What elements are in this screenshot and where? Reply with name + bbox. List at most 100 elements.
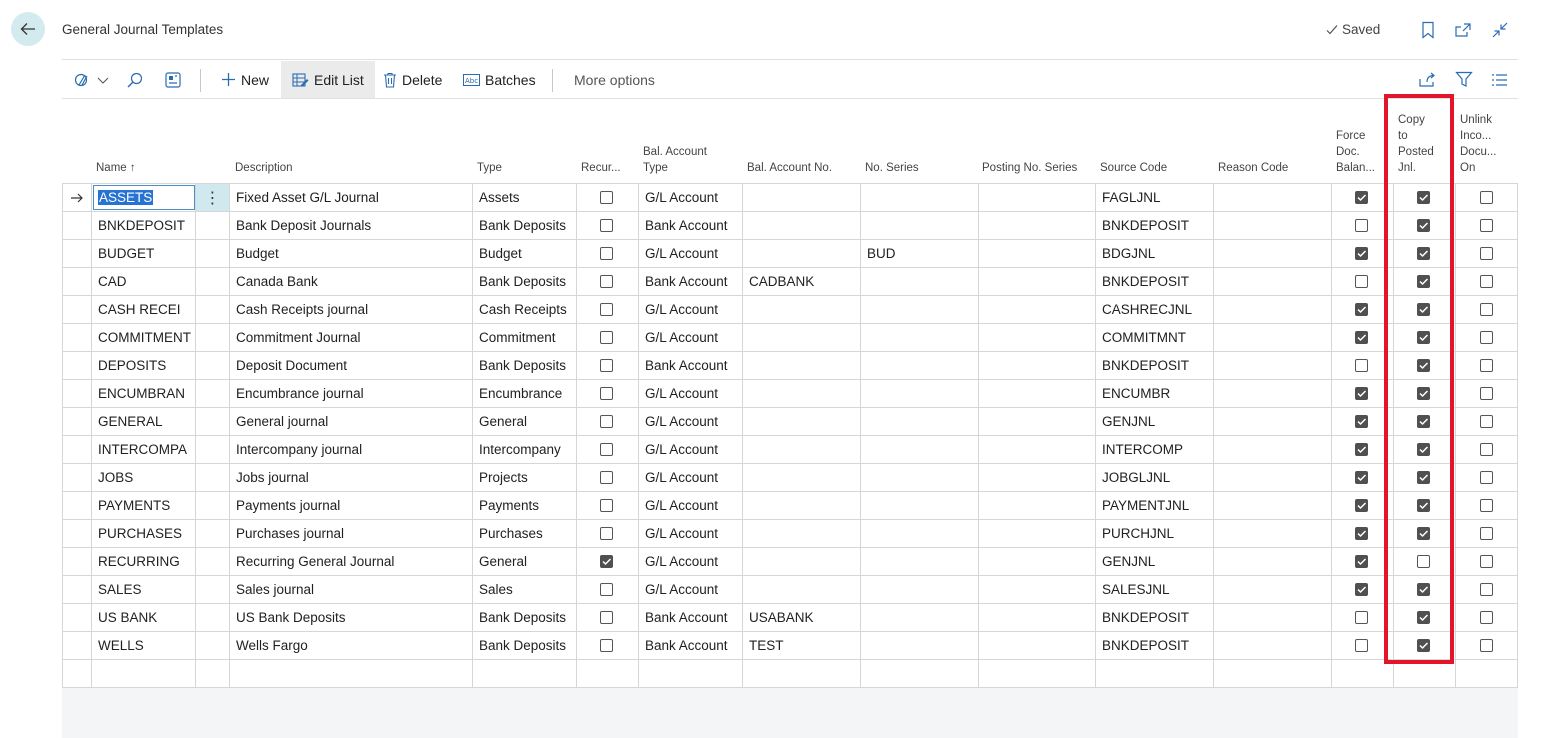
source-code-cell[interactable]: BNKDEPOSIT	[1096, 352, 1213, 379]
unlink-incoming-document-checkbox[interactable]	[1480, 331, 1493, 344]
copy-to-posted-jnl-checkbox[interactable]	[1417, 611, 1430, 624]
copy-to-posted-jnl-checkbox[interactable]	[1417, 275, 1430, 288]
recurring-checkbox[interactable]	[600, 639, 613, 652]
source-code-cell[interactable]: BNKDEPOSIT	[1096, 632, 1213, 659]
bal-account-no-cell[interactable]	[743, 184, 860, 211]
column-header-name[interactable]: Name ↑	[96, 160, 136, 176]
bal-account-type-cell[interactable]: G/L Account	[639, 436, 742, 463]
copy-to-posted-jnl-checkbox[interactable]	[1417, 415, 1430, 428]
posting-no-series-cell[interactable]	[979, 296, 1095, 323]
table-row-empty[interactable]	[63, 660, 1517, 688]
force-doc-balance-checkbox[interactable]	[1355, 219, 1368, 232]
bal-account-type-cell[interactable]: G/L Account	[639, 324, 742, 351]
source-code-cell[interactable]: BDGJNL	[1096, 240, 1213, 267]
type-cell[interactable]: Payments	[473, 492, 576, 519]
name-cell[interactable]: PAYMENTS	[92, 492, 195, 519]
force-doc-balance-checkbox[interactable]	[1355, 331, 1368, 344]
column-header-type[interactable]: Type	[477, 160, 502, 176]
recurring-checkbox[interactable]	[600, 499, 613, 512]
batches-button[interactable]: Abc Batches	[463, 61, 536, 98]
posting-no-series-cell[interactable]	[979, 408, 1095, 435]
copy-to-posted-jnl-checkbox[interactable]	[1417, 471, 1430, 484]
source-code-cell[interactable]: CASHRECJNL	[1096, 296, 1213, 323]
copy-to-posted-jnl-checkbox[interactable]	[1417, 303, 1430, 316]
description-cell[interactable]: Commitment Journal	[230, 324, 472, 351]
table-row[interactable]: US BANK US Bank Deposits Bank Deposits Bank…	[63, 604, 1517, 632]
unlink-incoming-document-checkbox[interactable]	[1480, 387, 1493, 400]
recurring-checkbox[interactable]	[600, 583, 613, 596]
search-button[interactable]	[126, 61, 144, 98]
name-cell[interactable]: PURCHASES	[92, 520, 195, 547]
no-series-cell[interactable]	[861, 464, 978, 491]
column-header-description[interactable]: Description	[235, 160, 293, 176]
name-cell[interactable]: US BANK	[92, 604, 195, 631]
type-cell[interactable]: General	[473, 408, 576, 435]
unlink-incoming-document-checkbox[interactable]	[1480, 527, 1493, 540]
table-row[interactable]: PURCHASES Purchases journal Purchases G/L A…	[63, 520, 1517, 548]
posting-no-series-cell[interactable]	[979, 352, 1095, 379]
unlink-incoming-document-checkbox[interactable]	[1480, 471, 1493, 484]
posting-no-series-cell[interactable]	[979, 324, 1095, 351]
unlink-incoming-document-checkbox[interactable]	[1480, 443, 1493, 456]
unlink-incoming-document-checkbox[interactable]	[1480, 303, 1493, 316]
reason-code-cell[interactable]	[1214, 464, 1331, 491]
reason-code-cell[interactable]	[1214, 436, 1331, 463]
recurring-checkbox[interactable]	[600, 527, 613, 540]
table-row[interactable]: JOBS Jobs journal Projects G/L Account JOBGL…	[63, 464, 1517, 492]
reason-code-cell[interactable]	[1214, 632, 1331, 659]
posting-no-series-cell[interactable]	[979, 632, 1095, 659]
no-series-cell[interactable]	[861, 296, 978, 323]
name-cell[interactable]: RECURRING	[92, 548, 195, 575]
bal-account-no-cell[interactable]	[743, 436, 860, 463]
source-code-cell[interactable]: GENJNL	[1096, 408, 1213, 435]
copy-to-posted-jnl-checkbox[interactable]	[1417, 331, 1430, 344]
recurring-checkbox[interactable]	[600, 443, 613, 456]
filter-button[interactable]	[1455, 61, 1473, 98]
reason-code-cell[interactable]	[1214, 548, 1331, 575]
copy-to-posted-jnl-checkbox[interactable]	[1417, 191, 1430, 204]
name-cell[interactable]: JOBS	[92, 464, 195, 491]
name-cell[interactable]: BNKDEPOSIT	[92, 212, 195, 239]
bal-account-type-cell[interactable]: G/L Account	[639, 184, 742, 211]
type-cell[interactable]: Intercompany	[473, 436, 576, 463]
no-series-cell[interactable]	[861, 380, 978, 407]
force-doc-balance-checkbox[interactable]	[1355, 611, 1368, 624]
source-code-cell[interactable]: ENCUMBR	[1096, 380, 1213, 407]
posting-no-series-cell[interactable]	[979, 212, 1095, 239]
description-cell[interactable]: Payments journal	[230, 492, 472, 519]
description-cell[interactable]: Encumbrance journal	[230, 380, 472, 407]
column-header-posting-no-series[interactable]: Posting No. Series	[982, 160, 1077, 176]
bal-account-type-cell[interactable]: G/L Account	[639, 464, 742, 491]
table-row[interactable]: DEPOSITS Deposit Document Bank Deposits Ban…	[63, 352, 1517, 380]
view-switcher-button[interactable]	[74, 61, 109, 98]
source-code-cell[interactable]: FAGLJNL	[1096, 184, 1213, 211]
unlink-incoming-document-checkbox[interactable]	[1480, 275, 1493, 288]
reason-code-cell[interactable]	[1214, 576, 1331, 603]
table-row[interactable]: CAD Canada Bank Bank Deposits Bank Account C…	[63, 268, 1517, 296]
reason-code-cell[interactable]	[1214, 212, 1331, 239]
posting-no-series-cell[interactable]	[979, 380, 1095, 407]
reason-code-cell[interactable]	[1214, 520, 1331, 547]
column-header-no-series[interactable]: No. Series	[865, 160, 919, 176]
type-cell[interactable]: Bank Deposits	[473, 632, 576, 659]
table-row[interactable]: WELLS Wells Fargo Bank Deposits Bank Accoun…	[63, 632, 1517, 660]
reason-code-cell[interactable]	[1214, 492, 1331, 519]
unlink-incoming-document-checkbox[interactable]	[1480, 639, 1493, 652]
copy-to-posted-jnl-checkbox[interactable]	[1417, 527, 1430, 540]
type-cell[interactable]: Bank Deposits	[473, 268, 576, 295]
column-header-bal-account-no[interactable]: Bal. Account No.	[747, 160, 832, 176]
source-code-cell[interactable]: INTERCOMP	[1096, 436, 1213, 463]
edit-list-button[interactable]: Edit List	[281, 61, 375, 98]
reason-code-cell[interactable]	[1214, 408, 1331, 435]
collapse-button[interactable]	[1489, 19, 1511, 41]
recurring-checkbox[interactable]	[600, 471, 613, 484]
copy-to-posted-jnl-checkbox[interactable]	[1417, 247, 1430, 260]
bal-account-type-cell[interactable]: G/L Account	[639, 492, 742, 519]
copy-to-posted-jnl-checkbox[interactable]	[1417, 583, 1430, 596]
posting-no-series-cell[interactable]	[979, 240, 1095, 267]
no-series-cell[interactable]	[861, 632, 978, 659]
description-cell[interactable]: Recurring General Journal	[230, 548, 472, 575]
source-code-cell[interactable]: PURCHJNL	[1096, 520, 1213, 547]
force-doc-balance-checkbox[interactable]	[1355, 387, 1368, 400]
copy-to-posted-jnl-checkbox[interactable]	[1417, 499, 1430, 512]
